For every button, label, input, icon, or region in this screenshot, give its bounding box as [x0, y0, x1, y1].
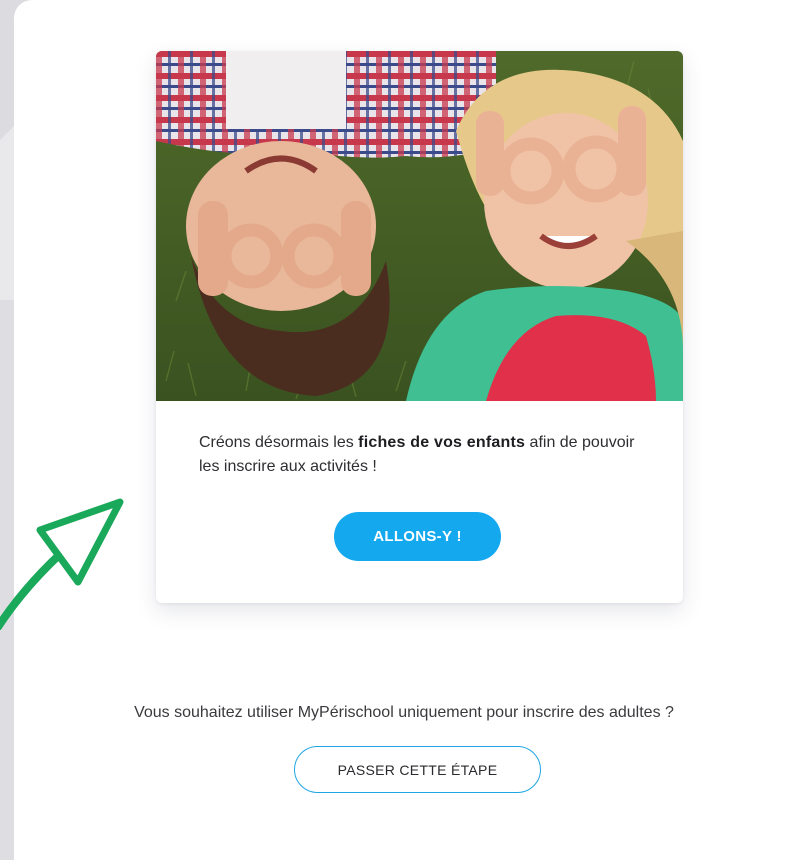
arrow-up-right-icon [0, 498, 124, 630]
allons-y-button[interactable]: ALLONS-Y ! [334, 512, 501, 561]
onboarding-card: Créons désormais les fiches de vos enfan… [156, 51, 683, 603]
card-text-prefix: Créons désormais les [199, 434, 359, 451]
card-description: Créons désormais les fiches de vos enfan… [199, 431, 649, 479]
hero-image [156, 51, 683, 401]
skip-step-button[interactable]: PASSER CETTE ÉTAPE [294, 746, 541, 793]
adults-question: Vous souhaitez utiliser MyPérischool uni… [134, 704, 674, 721]
card-text-bold: fiches de vos enfants [358, 434, 526, 451]
